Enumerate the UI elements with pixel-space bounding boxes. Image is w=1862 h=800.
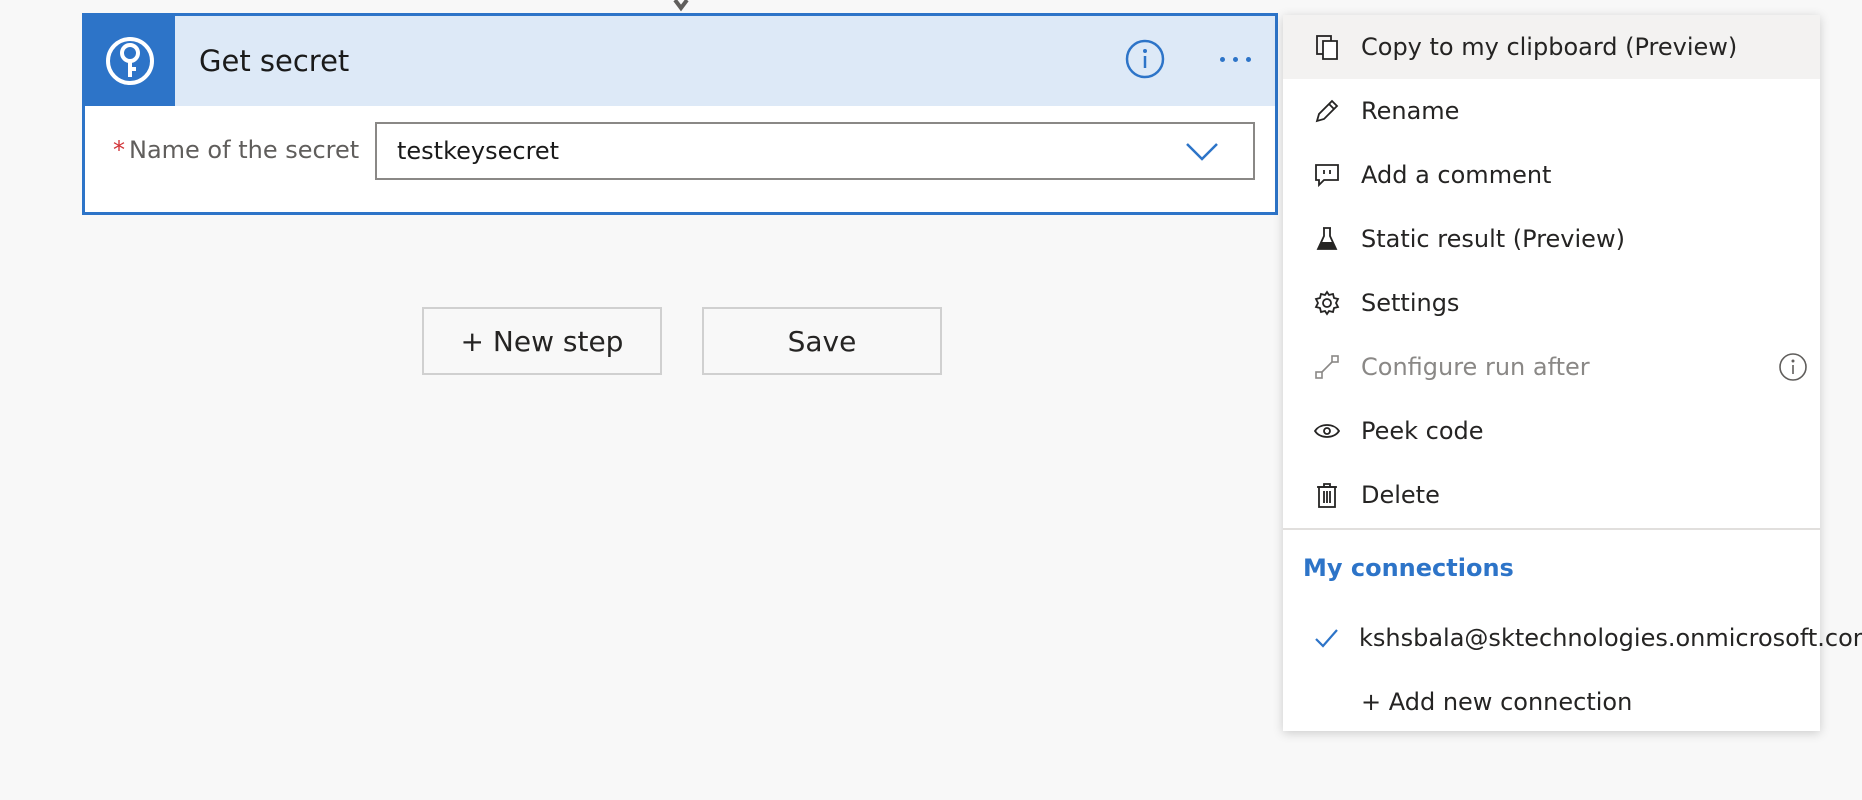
connector-arrow-icon [673,0,689,12]
dot-icon [1219,56,1225,62]
add-new-connection-button[interactable]: + Add new connection [1283,670,1820,734]
required-marker: * [113,136,125,164]
card-header[interactable]: Get secret [85,16,1275,106]
card-title: Get secret [199,44,350,78]
menu-item-static-result[interactable]: Static result (Preview) [1283,207,1820,271]
save-button[interactable]: Save [702,307,942,375]
copy-icon [1312,32,1342,62]
key-vault-logo-icon [85,16,175,106]
menu-item-configure-run-after: Configure run after [1283,335,1820,399]
menu-item-label: Settings [1361,289,1460,317]
dot-icon [1245,56,1251,62]
chevron-down-icon[interactable] [1185,142,1219,162]
pencil-icon [1312,96,1342,126]
secret-name-value: testkeysecret [397,137,560,165]
menu-item-label: Copy to my clipboard (Preview) [1361,33,1738,61]
menu-item-peek-code[interactable]: Peek code [1283,399,1820,463]
new-step-button[interactable]: + New step [422,307,662,375]
checkmark-icon [1312,624,1340,652]
connection-label: kshsbala@sktechnologies.onmicrosoft.com [1359,624,1862,652]
menu-item-rename[interactable]: Rename [1283,79,1820,143]
field-label-text: Name of the secret [129,136,360,164]
menu-item-delete[interactable]: Delete [1283,463,1820,527]
menu-item-label: Configure run after [1361,353,1590,381]
menu-item-label: Add a comment [1361,161,1552,189]
menu-item-copy-to-clipboard[interactable]: Copy to my clipboard (Preview) [1283,15,1820,79]
gear-icon [1312,288,1342,318]
more-options-button[interactable] [1210,39,1260,79]
secret-name-dropdown[interactable]: testkeysecret [375,122,1255,180]
comment-icon [1312,160,1342,190]
action-card-get-secret[interactable]: Get secret * Name of the secret testkeyse… [82,13,1278,215]
run-after-icon [1312,352,1342,382]
menu-item-add-comment[interactable]: Add a comment [1283,143,1820,207]
my-connections-heading: My connections [1303,554,1514,582]
action-context-menu: Copy to my clipboard (Preview) Rename Ad… [1283,15,1862,734]
trash-icon [1312,480,1342,510]
flask-icon [1312,224,1342,254]
info-icon[interactable] [1125,39,1165,79]
dot-icon [1232,56,1238,62]
menu-item-label: Rename [1361,97,1460,125]
menu-item-label: Peek code [1361,417,1484,445]
connection-item[interactable]: kshsbala@sktechnologies.onmicrosoft.com [1283,606,1862,670]
info-icon[interactable] [1778,352,1808,382]
add-new-connection-label: + Add new connection [1361,688,1633,716]
menu-item-label: Delete [1361,481,1440,509]
secret-name-label: * Name of the secret [113,136,359,164]
menu-item-settings[interactable]: Settings [1283,271,1820,335]
menu-item-label: Static result (Preview) [1361,225,1625,253]
eye-icon [1312,416,1342,446]
card-body: * Name of the secret testkeysecret [85,106,1275,215]
